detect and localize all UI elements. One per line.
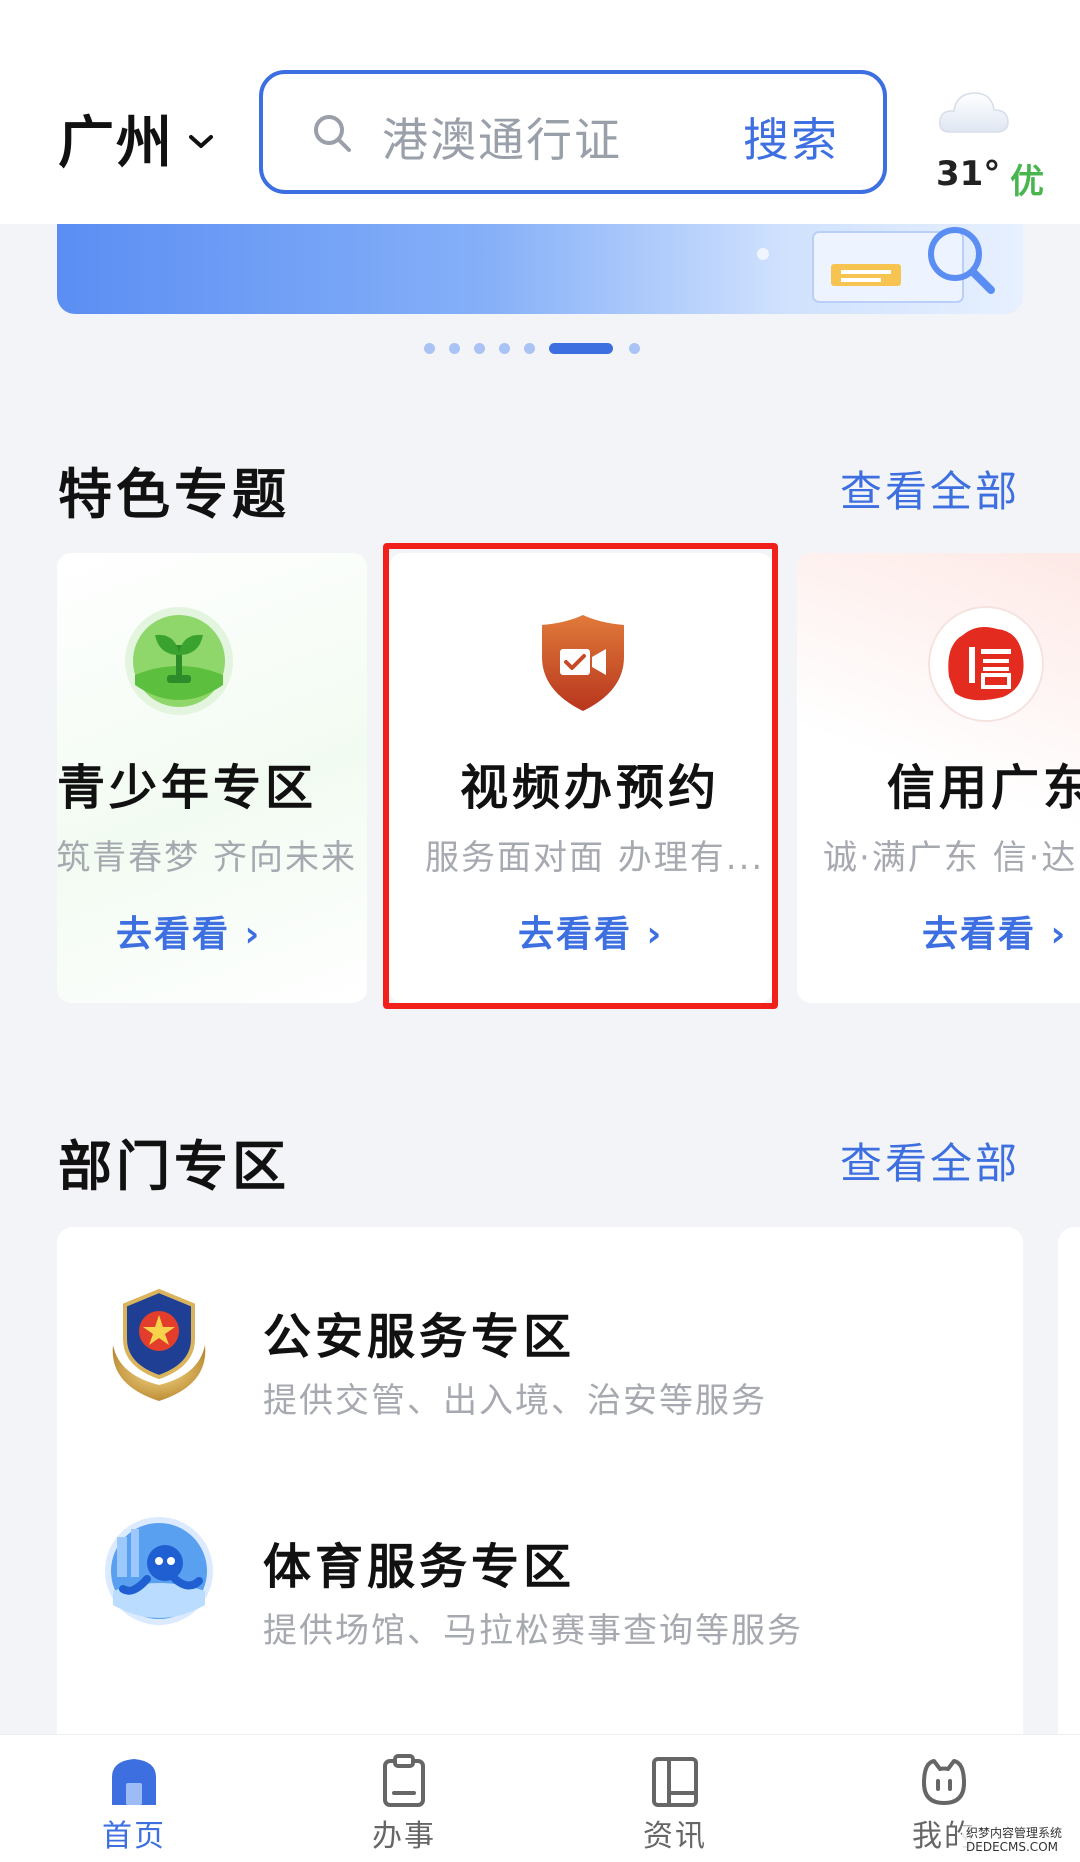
dept-item-sports[interactable]: 体育服务专区 提供场馆、马拉松赛事查询等服务 xyxy=(57,1493,1023,1663)
weather-widget[interactable]: 31° 优 xyxy=(930,84,1060,204)
tab-home[interactable]: 首页 xyxy=(64,1753,204,1862)
search-input[interactable]: 港澳通行证 xyxy=(382,104,622,170)
dept-description: 提供交管、出入境、治安等服务 xyxy=(263,1381,767,1421)
departments-view-all-link[interactable]: 查看全部 xyxy=(840,1130,1020,1191)
promo-banner[interactable] xyxy=(57,224,1023,314)
topic-card-title: 视频办预约 xyxy=(460,760,721,816)
dept-title: 体育服务专区 xyxy=(263,1539,576,1595)
credit-seal-icon xyxy=(928,606,1044,722)
carousel-dot[interactable] xyxy=(629,343,640,354)
police-badge-icon xyxy=(112,1288,206,1401)
city-selector[interactable]: 广州 xyxy=(58,98,216,179)
mine-icon xyxy=(922,1759,966,1805)
carousel-dot[interactable] xyxy=(474,343,485,354)
chevron-down-icon xyxy=(189,134,213,148)
topic-card-text-clip: 信用广东 诚·满广东 信·达 xyxy=(797,740,1080,920)
tab-label: 资讯 xyxy=(643,1819,707,1854)
city-name: 广州 xyxy=(58,111,174,176)
featured-view-all-link[interactable]: 查看全部 xyxy=(840,458,1020,519)
watermark: 织梦内容管理系统 DEDECMS.COM xyxy=(962,1826,1072,1856)
sports-mascot-icon xyxy=(105,1517,213,1625)
news-icon xyxy=(652,1757,698,1807)
tab-label: 办事 xyxy=(372,1819,436,1854)
search-button[interactable]: 搜索 xyxy=(743,104,839,170)
top-header: 广州 港澳通行证 搜索 31° 优 xyxy=(0,0,1080,224)
topic-card-title: 信用广东 xyxy=(887,760,1080,816)
topic-card-go-link[interactable]: 去看看 › xyxy=(922,905,1067,957)
featured-section-title: 特色专题 xyxy=(58,463,290,526)
home-icon xyxy=(112,1759,156,1805)
topic-card-subtitle: 筑青春梦 齐向未来 xyxy=(57,838,357,878)
search-bar[interactable]: 港澳通行证 搜索 xyxy=(259,70,887,194)
carousel-dot[interactable] xyxy=(499,343,510,354)
clipboard-icon xyxy=(383,1754,425,1807)
tab-label: 首页 xyxy=(102,1819,166,1854)
weather-temperature: 31° xyxy=(936,154,1001,194)
cloud-icon xyxy=(938,92,1009,133)
banner-illustration xyxy=(757,227,995,303)
dept-description: 提供场馆、马拉松赛事查询等服务 xyxy=(263,1611,803,1651)
topic-card-subtitle: 服务面对面 办理有... xyxy=(425,838,765,878)
topic-card-subtitle: 诚·满广东 信·达 xyxy=(823,838,1078,878)
topic-card-go-link[interactable]: 去看看 › xyxy=(116,905,261,957)
carousel-dot[interactable] xyxy=(524,343,535,354)
tab-services[interactable]: 办事 xyxy=(334,1753,474,1862)
carousel-dot[interactable] xyxy=(449,343,460,354)
carousel-dot-active[interactable] xyxy=(549,343,613,354)
topic-card-title: 青少年专区 xyxy=(57,760,318,816)
dept-title: 公安服务专区 xyxy=(263,1309,576,1365)
air-quality-badge: 优 xyxy=(1010,162,1044,202)
tab-news[interactable]: 资讯 xyxy=(605,1753,745,1862)
dept-item-police[interactable]: 公安服务专区 提供交管、出入境、治安等服务 xyxy=(57,1263,1023,1433)
carousel-indicator xyxy=(0,342,1080,356)
bottom-tab-bar: 首页 办事 资讯 我的 织梦内容管理系统 DEDECMS.COM xyxy=(0,1734,1080,1862)
topic-card-subtitle-clip: 筑青春梦 齐向未来 xyxy=(57,830,357,880)
video-shield-icon xyxy=(542,615,624,711)
departments-section-title: 部门专区 xyxy=(58,1135,290,1198)
carousel-dot[interactable] xyxy=(424,343,435,354)
sprout-icon xyxy=(125,607,233,715)
topic-card-go-link[interactable]: 去看看 › xyxy=(518,905,663,957)
search-icon xyxy=(314,115,351,152)
